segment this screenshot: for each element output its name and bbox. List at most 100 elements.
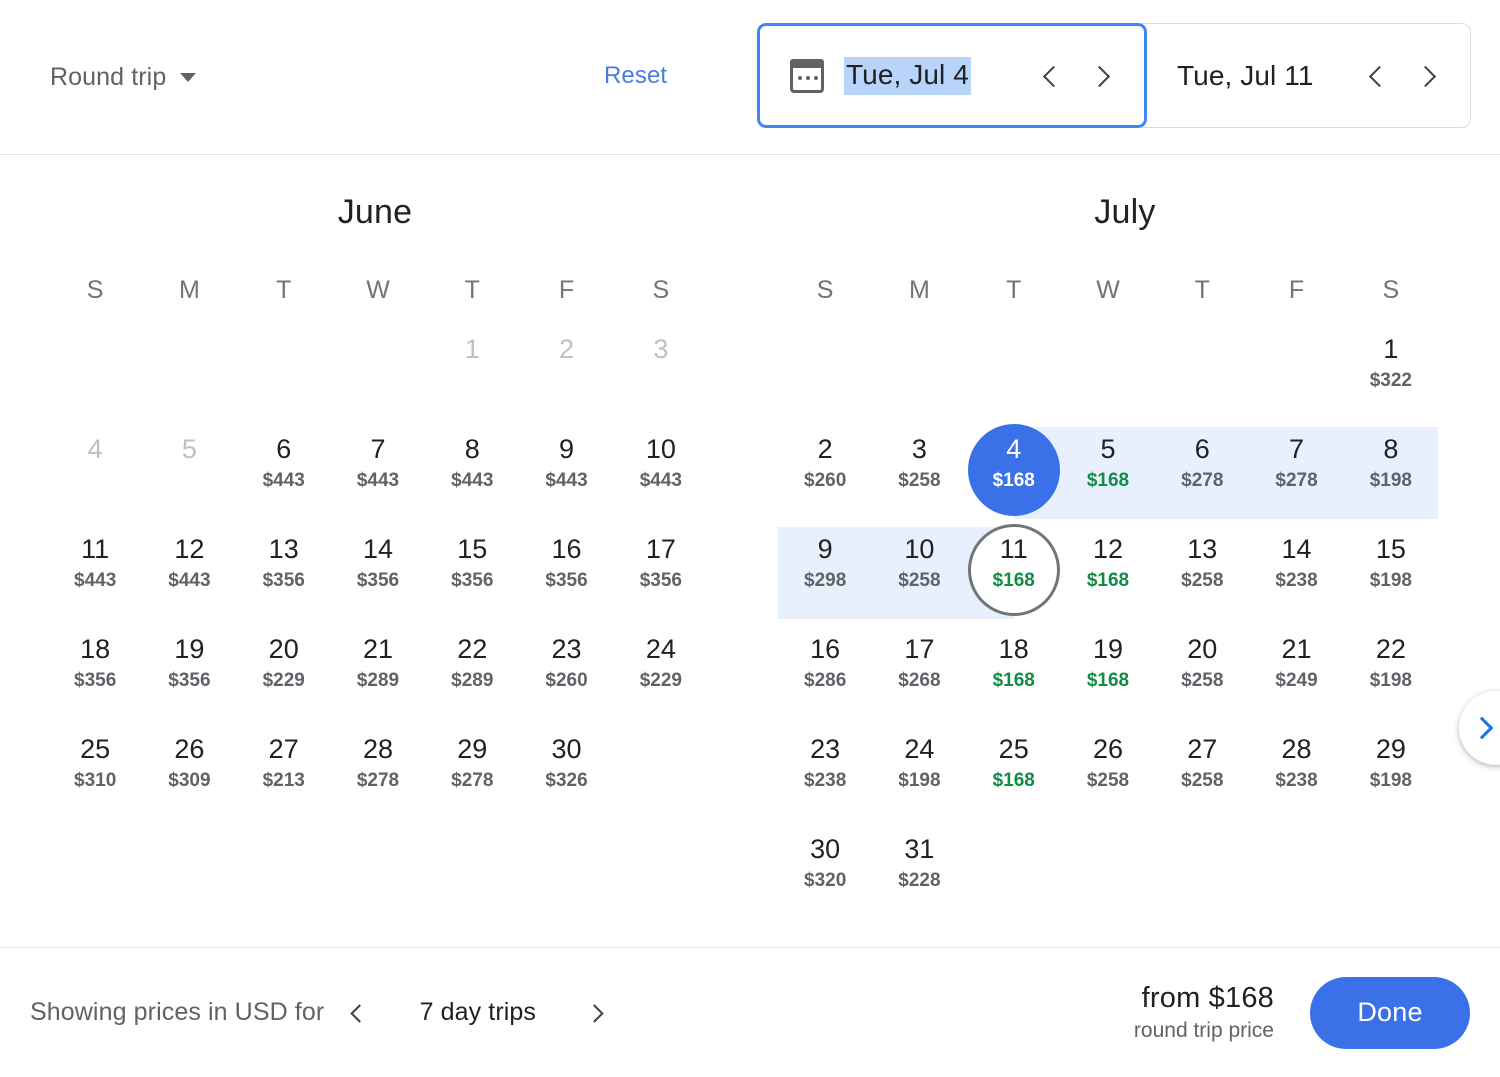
day-number: 6	[1194, 434, 1210, 464]
day-number: 8	[464, 434, 480, 464]
calendar-day-cell[interactable]: 27 $258	[1155, 723, 1249, 823]
return-date-value[interactable]: Tue, Jul 11	[1177, 60, 1314, 92]
weekday-header: T	[1194, 276, 1210, 304]
return-next-day-button[interactable]	[1414, 61, 1444, 91]
calendar-day-cell[interactable]: 24 $198	[872, 723, 966, 823]
day-price: $443	[168, 570, 211, 592]
calendar-cell-empty	[1344, 823, 1438, 923]
calendar-day-cell[interactable]: 24 $229	[614, 623, 708, 723]
calendar-day-cell[interactable]: 16 $356	[519, 523, 613, 623]
day-number: 24	[645, 634, 676, 664]
weekday-header: F	[1288, 276, 1305, 304]
calendar-day-cell[interactable]: 12 $443	[142, 523, 236, 623]
day-number: 7	[370, 434, 386, 464]
calendar-day-cell[interactable]: 22 $289	[425, 623, 519, 723]
calendar-day-cell[interactable]: 11 $168	[967, 523, 1061, 623]
calendar-day-cell[interactable]: 6 $443	[237, 423, 331, 523]
calendar-day-cell[interactable]: 3 $258	[872, 423, 966, 523]
weekday-header: S	[816, 276, 834, 304]
day-price: $356	[74, 670, 117, 692]
calendar-day-cell[interactable]: 28 $238	[1249, 723, 1343, 823]
calendar-day-cell[interactable]: 18 $356	[48, 623, 142, 723]
calendar-day-cell[interactable]: 12 $168	[1061, 523, 1155, 623]
calendar-day-cell[interactable]: 31 $228	[872, 823, 966, 923]
day-price: $356	[356, 570, 400, 592]
calendar-day-cell[interactable]: 17 $356	[614, 523, 708, 623]
calendar-day-cell[interactable]: 19 $168	[1061, 623, 1155, 723]
return-prev-day-button[interactable]	[1362, 61, 1392, 91]
calendar-day-cell[interactable]: 27 $213	[237, 723, 331, 823]
calendar-day-cell[interactable]: 16 $286	[778, 623, 872, 723]
calendar-day-cell[interactable]: 29 $198	[1344, 723, 1438, 823]
calendar-day-cell[interactable]: 9 $443	[519, 423, 613, 523]
calendar-day-cell[interactable]: 28 $278	[331, 723, 425, 823]
day-number: 11	[999, 534, 1028, 564]
return-date-field[interactable]: Tue, Jul 11	[1141, 23, 1471, 128]
day-price: $168	[1086, 570, 1130, 592]
calendar-day-cell[interactable]: 25 $310	[48, 723, 142, 823]
calendar-day-cell[interactable]: 6 $278	[1155, 423, 1249, 523]
day-number: 29	[1375, 734, 1406, 764]
calendar-day-cell[interactable]: 23 $260	[519, 623, 613, 723]
trip-length-next-button[interactable]	[585, 1000, 611, 1026]
calendar-day-cell[interactable]: 1 $322	[1344, 323, 1438, 423]
day-number: 26	[1092, 734, 1124, 764]
done-button[interactable]: Done	[1310, 976, 1470, 1049]
day-price: $168	[992, 470, 1035, 492]
calendar-day-cell[interactable]: 18 $168	[967, 623, 1061, 723]
weekday-header: T	[464, 276, 480, 304]
day-price: $229	[639, 670, 682, 692]
calendar-day-cell[interactable]: 8 $198	[1344, 423, 1438, 523]
departure-date-nav	[1036, 61, 1118, 91]
calendar-day-cell[interactable]: 9 $298	[778, 523, 872, 623]
departure-date-field[interactable]: Tue, Jul 4	[757, 23, 1147, 128]
calendar-day-cell[interactable]: 25 $168	[967, 723, 1061, 823]
calendar-day-cell[interactable]: 20 $229	[237, 623, 331, 723]
day-number: 1	[464, 334, 480, 364]
calendar-day-cell[interactable]: 7 $278	[1249, 423, 1343, 523]
departure-date-value[interactable]: Tue, Jul 4	[844, 56, 971, 95]
day-number: 21	[362, 634, 394, 664]
calendar-day-cell[interactable]: 23 $238	[778, 723, 872, 823]
calendar-day-cell[interactable]: 5 $168	[1061, 423, 1155, 523]
reset-button[interactable]: Reset	[604, 62, 667, 90]
day-price: $229	[262, 670, 305, 692]
calendar-day-cell[interactable]: 29 $278	[425, 723, 519, 823]
weekday-header: T	[1006, 276, 1022, 304]
calendar-day-cell[interactable]: 22 $198	[1344, 623, 1438, 723]
calendar-day-cell[interactable]: 14 $238	[1249, 523, 1343, 623]
calendar-day-cell[interactable]: 15 $356	[425, 523, 519, 623]
calendar-day-cell[interactable]: 26 $309	[142, 723, 236, 823]
departure-next-day-button[interactable]	[1088, 61, 1118, 91]
trip-length-prev-button[interactable]	[344, 1000, 370, 1026]
calendar-day-cell[interactable]: 8 $443	[425, 423, 519, 523]
day-price: $258	[898, 470, 941, 492]
calendar-day-cell[interactable]: 20 $258	[1155, 623, 1249, 723]
calendar-day-cell[interactable]: 21 $289	[331, 623, 425, 723]
departure-prev-day-button[interactable]	[1036, 61, 1066, 91]
calendar-day-cell[interactable]: 13 $356	[237, 523, 331, 623]
calendar-day-cell[interactable]: 7 $443	[331, 423, 425, 523]
calendar-day-cell[interactable]: 14 $356	[331, 523, 425, 623]
calendar-day-cell[interactable]: 2 $260	[778, 423, 872, 523]
calendar-day-cell[interactable]: 10 $443	[614, 423, 708, 523]
calendar-day-cell[interactable]: 10 $258	[872, 523, 966, 623]
day-number: 20	[1187, 634, 1218, 664]
weekday-header: W	[1096, 276, 1120, 304]
calendar-cell-empty	[1061, 323, 1155, 423]
calendar-day-cell[interactable]: 15 $198	[1344, 523, 1438, 623]
day-price: $260	[804, 470, 847, 492]
calendar-cell-empty	[1155, 323, 1249, 423]
weekday-header: S	[86, 276, 104, 304]
calendar-day-cell[interactable]: 13 $258	[1155, 523, 1249, 623]
day-price: $356	[639, 570, 682, 592]
calendar-day-cell[interactable]: 26 $258	[1061, 723, 1155, 823]
calendar-day-cell[interactable]: 30 $326	[519, 723, 613, 823]
calendar-day-cell[interactable]: 17 $268	[872, 623, 966, 723]
calendar-day-cell[interactable]: 11 $443	[48, 523, 142, 623]
calendar-day-cell[interactable]: 19 $356	[142, 623, 236, 723]
calendar-day-cell[interactable]: 30 $320	[778, 823, 872, 923]
calendar-day-cell[interactable]: 4 $168	[967, 423, 1061, 523]
calendar-day-cell[interactable]: 21 $249	[1249, 623, 1343, 723]
trip-type-dropdown[interactable]: Round trip	[50, 63, 197, 92]
